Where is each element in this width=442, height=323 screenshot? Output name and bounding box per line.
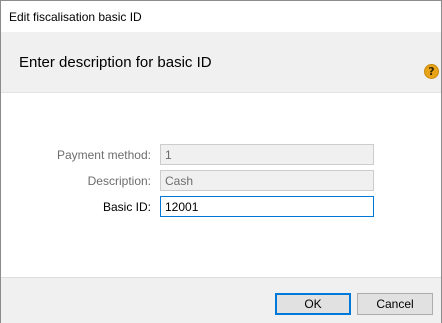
payment-method-row: Payment method: [1,144,441,165]
dialog-header: Enter description for basic ID ? [1,32,441,92]
window-title: Edit fiscalisation basic ID [9,10,142,24]
ok-button[interactable]: OK [275,293,351,315]
description-field [160,170,374,191]
basic-id-label: Basic ID: [102,200,151,214]
payment-method-field [160,144,374,165]
help-icon[interactable]: ? [424,64,439,79]
basic-id-row: Basic ID: [1,196,441,217]
cancel-button[interactable]: Cancel [357,293,433,315]
title-bar[interactable]: Edit fiscalisation basic ID [1,1,441,32]
description-row: Description: [1,170,441,191]
payment-method-label: Payment method: [56,148,151,162]
basic-id-input[interactable] [160,196,374,217]
header-divider [1,92,441,93]
header-instruction: Enter description for basic ID [19,54,212,71]
description-label: Description: [87,174,151,188]
button-bar: OK Cancel [1,277,441,323]
dialog-window: Edit fiscalisation basic ID Enter descri… [0,0,442,323]
